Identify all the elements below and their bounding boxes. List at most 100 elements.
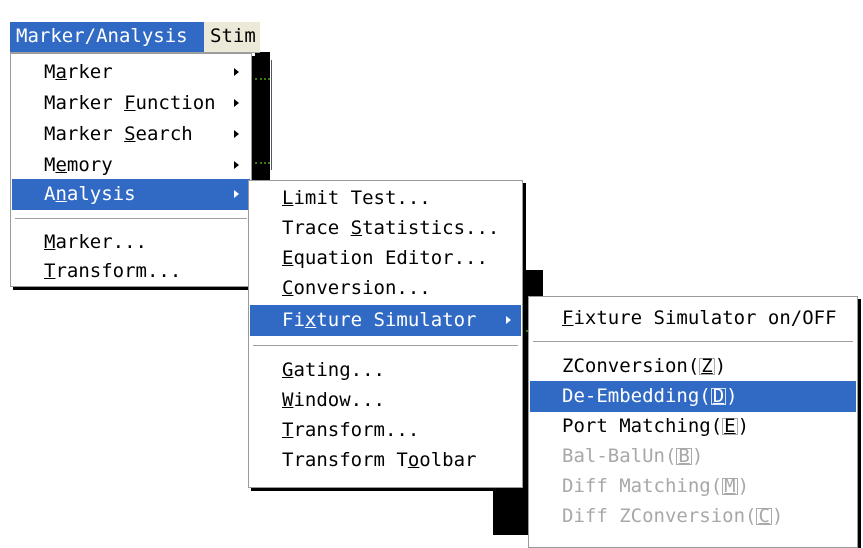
marker-analysis-menu: Marker Marker Function Marker Search Mem… xyxy=(10,53,252,287)
submenu-arrow-icon xyxy=(234,161,239,169)
menu-item-analysis[interactable]: Analysis xyxy=(12,179,250,210)
label-text: ture Simulator xyxy=(316,309,477,331)
access-key: M xyxy=(44,231,56,253)
label-text: ating... xyxy=(293,359,385,381)
label-text: M xyxy=(44,61,56,83)
analysis-submenu: Limit Test... Trace Statistics... Equati… xyxy=(248,180,523,488)
label-text: earch xyxy=(135,123,193,145)
menu-item-equation-editor[interactable]: Equation Editor... xyxy=(250,243,521,274)
access-key: L xyxy=(282,187,294,209)
access-key: S xyxy=(124,123,136,145)
menu-item-marker-dialog[interactable]: Marker... xyxy=(12,227,250,258)
submenu-arrow-icon xyxy=(506,316,511,324)
menu-item-port-matching[interactable]: Port Matching(E) xyxy=(530,411,856,442)
label-text: ) xyxy=(771,505,784,527)
fixture-simulator-submenu: Fixture Simulator on/OFF ZConversion(Z) … xyxy=(528,296,858,548)
label-text: unction xyxy=(135,92,216,114)
access-key: E xyxy=(722,415,738,437)
menu-bar: Marker/Analysis Stim xyxy=(10,22,260,53)
menu-item-marker-search[interactable]: Marker Search xyxy=(12,119,250,150)
label-text: arker... xyxy=(55,231,147,253)
access-key: C xyxy=(282,277,294,299)
access-key: T xyxy=(44,260,56,282)
menubar-item-stimulus[interactable]: Stim xyxy=(204,22,260,52)
access-key: e xyxy=(55,154,67,176)
label-text: Marker xyxy=(44,123,125,145)
access-key: M xyxy=(722,475,738,497)
label-text: ) xyxy=(714,355,727,377)
trace-line xyxy=(255,162,270,164)
label-text: imit Test... xyxy=(293,187,431,209)
access-key: D xyxy=(710,385,727,407)
access-key: a xyxy=(55,61,67,83)
label-text: Bal-BalUn( xyxy=(562,445,677,467)
menu-item-marker-function[interactable]: Marker Function xyxy=(12,88,250,119)
menu-separator xyxy=(15,218,247,220)
menu-item-fixture-simulator-toggle[interactable]: Fixture Simulator on/OFF xyxy=(530,303,856,334)
menu-item-diff-zconversion[interactable]: Diff ZConversion(C) xyxy=(530,501,856,532)
label-text: Marker xyxy=(44,92,125,114)
access-key: Z xyxy=(699,355,715,377)
menu-item-gating[interactable]: Gating... xyxy=(250,355,521,386)
label-text: Transform T xyxy=(282,449,408,471)
label-text: ixture Simulator on/OFF xyxy=(573,307,837,329)
menu-item-bal-balun[interactable]: Bal-BalUn(B) xyxy=(530,441,856,472)
access-key: F xyxy=(124,92,136,114)
label-text: olbar xyxy=(419,449,477,471)
label-text: Diff ZConversion( xyxy=(562,505,757,527)
label-text: Diff Matching( xyxy=(562,475,723,497)
label-text: mory xyxy=(66,154,113,176)
menu-item-de-embedding[interactable]: De-Embedding(D) xyxy=(530,381,856,412)
label-text: arker/Analysis xyxy=(27,25,188,47)
label-text: ) xyxy=(737,415,750,437)
menu-item-fixture-simulator[interactable]: Fixture Simulator xyxy=(250,305,521,336)
menu-item-marker[interactable]: Marker xyxy=(12,57,250,88)
access-key: T xyxy=(282,419,294,441)
label-text: tim xyxy=(221,25,256,47)
access-key: o xyxy=(407,449,420,471)
submenu-arrow-icon xyxy=(234,190,239,198)
menu-item-transform-dialog[interactable]: Transform... xyxy=(12,256,250,287)
access-key: n xyxy=(55,183,67,205)
menu-item-transform[interactable]: Transform... xyxy=(250,415,521,446)
label-text: onversion... xyxy=(293,277,431,299)
access-key: G xyxy=(282,359,294,381)
submenu-arrow-icon xyxy=(234,130,239,138)
trace-grid-line xyxy=(271,60,272,170)
label-text: quation Editor... xyxy=(293,247,488,269)
menu-separator xyxy=(533,341,853,343)
submenu-arrow-icon xyxy=(234,99,239,107)
access-key: x xyxy=(304,309,317,331)
access-key: M xyxy=(16,25,28,47)
access-key: F xyxy=(562,307,574,329)
label-text: ransform... xyxy=(55,260,182,282)
label-text: ) xyxy=(691,445,704,467)
access-key: B xyxy=(676,445,692,467)
access-key: W xyxy=(282,389,294,411)
submenu-arrow-icon xyxy=(234,68,239,76)
menu-item-memory[interactable]: Memory xyxy=(12,150,250,181)
access-key: E xyxy=(282,247,294,269)
label-text: A xyxy=(44,183,56,205)
trace-line xyxy=(255,78,270,80)
access-key: C xyxy=(756,505,772,527)
access-key: S xyxy=(350,217,363,239)
menu-item-transform-toolbar[interactable]: Transform Toolbar xyxy=(250,445,521,476)
label-text: ) xyxy=(726,385,738,407)
label-text: tatistics... xyxy=(362,217,500,239)
label-text: indow... xyxy=(293,389,385,411)
menu-item-conversion[interactable]: Conversion... xyxy=(250,273,521,304)
menubar-item-marker-analysis[interactable]: Marker/Analysis xyxy=(10,22,204,52)
menu-item-diff-matching[interactable]: Diff Matching(M) xyxy=(530,471,856,502)
label-text: Port Matching( xyxy=(562,415,723,437)
label-text: ZConversion( xyxy=(562,355,700,377)
menu-item-window[interactable]: Window... xyxy=(250,385,521,416)
label-text: Trace xyxy=(282,217,351,239)
menu-item-zconversion[interactable]: ZConversion(Z) xyxy=(530,351,856,382)
label-text: ) xyxy=(737,475,750,497)
access-key: S xyxy=(210,25,222,47)
label-text: alysis xyxy=(66,183,136,205)
menu-item-limit-test[interactable]: Limit Test... xyxy=(250,183,521,214)
menu-separator xyxy=(253,345,518,347)
menu-item-trace-statistics[interactable]: Trace Statistics... xyxy=(250,213,521,244)
